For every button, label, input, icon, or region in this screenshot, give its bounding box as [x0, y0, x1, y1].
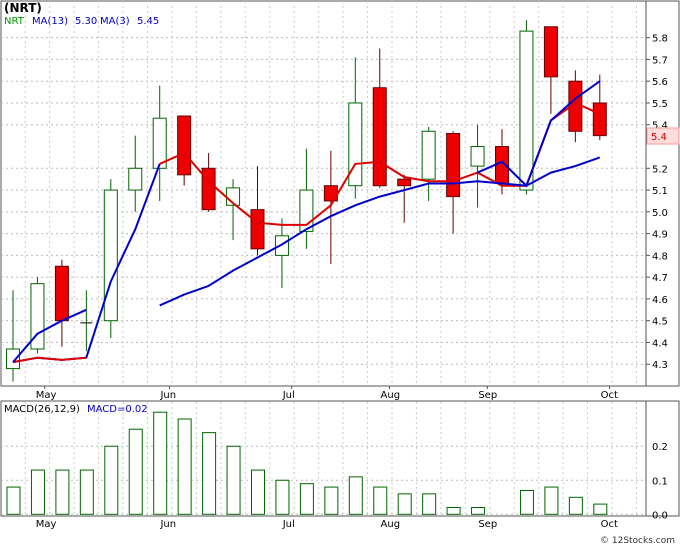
candle-body-down — [372, 87, 387, 187]
watermark: © 12Stocks.com — [600, 536, 675, 546]
candle-body-up — [6, 348, 20, 370]
macd-month-label: May — [36, 519, 57, 530]
macd-bar — [422, 493, 437, 515]
macd-bar — [104, 445, 119, 515]
candle-body-up — [152, 117, 167, 169]
macd-bar — [544, 486, 559, 515]
price-tick-label: 5.6 — [652, 77, 668, 88]
candle-body-down — [543, 26, 558, 78]
candle-body-down — [201, 167, 216, 211]
macd-bar — [348, 476, 363, 515]
macd-bar — [299, 483, 314, 515]
month-label: Jul — [282, 390, 295, 401]
macd-bar — [397, 493, 412, 515]
price-tick-label: 4.7 — [652, 273, 668, 284]
month-label: Aug — [381, 390, 401, 401]
price-tick-label: 5.0 — [652, 208, 668, 219]
legend-ma13-value: 5.30 — [75, 16, 97, 27]
legend-symbol: NRT — [4, 16, 25, 27]
macd-month-label: Aug — [381, 519, 401, 530]
macd-bar — [202, 432, 217, 515]
price-tick-label: 4.3 — [652, 360, 668, 371]
candle-body-down — [54, 265, 69, 322]
candle-body-up — [421, 130, 436, 180]
macd-bar — [373, 486, 388, 515]
legend-ma13-label: MA(13) — [32, 16, 68, 27]
price-tick-label: 4.9 — [652, 230, 668, 241]
price-tick-label: 4.5 — [652, 317, 668, 328]
macd-bar — [568, 496, 583, 515]
macd-bar — [55, 469, 70, 515]
candle-body-up — [128, 167, 143, 191]
macd-bar — [275, 479, 290, 515]
current-price-label: 5.4 — [651, 132, 667, 143]
price-tick-label: 5.1 — [652, 186, 668, 197]
candle-body-down — [177, 115, 192, 176]
price-tick-label: 4.8 — [652, 251, 668, 262]
price-tick-label: 5.7 — [652, 55, 668, 66]
month-label: May — [36, 390, 57, 401]
macd-bar — [177, 418, 192, 515]
macd-bar — [128, 428, 143, 515]
macd-tick-label: 0.2 — [652, 442, 668, 453]
candle-body-down — [592, 102, 607, 137]
macd-bar — [519, 489, 534, 515]
macd-bar — [324, 486, 339, 515]
candle-body-up — [103, 189, 118, 322]
price-tick-label: 5.2 — [652, 164, 668, 175]
month-label: Jun — [159, 390, 176, 401]
chart-canvas: 4.3 4.4 4.5 4.6 4.7 4.8 4.9 5.0 5.1 5.2 5.4 5.5 5.6 5… — [0, 0, 680, 546]
price-tick-label: 5.8 — [652, 34, 668, 45]
macd-bar — [446, 506, 461, 515]
macd-axis-panel — [645, 400, 680, 517]
macd-bar — [79, 469, 94, 515]
macd-bar — [30, 469, 45, 515]
macd-bar — [471, 506, 486, 515]
month-label: Sep — [478, 390, 497, 401]
candle-body-up — [470, 146, 485, 167]
macd-bar — [6, 486, 21, 515]
price-tick-label: 4.4 — [652, 338, 668, 349]
legend-ma3-value: 5.45 — [137, 16, 159, 27]
macd-tick-label: 0.0 — [652, 510, 668, 521]
macd-bar — [251, 469, 265, 515]
macd-month-label: Oct — [601, 519, 618, 530]
candle-body-down — [446, 132, 461, 198]
candle-body-up — [519, 30, 534, 191]
month-label: Oct — [601, 390, 618, 401]
macd-month-label: Jun — [159, 519, 176, 530]
legend-ma3-label: MA(3) — [100, 16, 130, 27]
macd-indicator-label: MACD(26,12,9) — [4, 404, 80, 415]
price-tick-label: 5.5 — [652, 99, 668, 110]
ticker-label: (NRT) — [4, 1, 42, 15]
macd-month-label: Sep — [478, 519, 497, 530]
macd-month-label: Jul — [282, 519, 295, 530]
macd-value-label: MACD=0.02 — [87, 404, 148, 415]
macd-tick-label: 0.1 — [652, 476, 668, 487]
macd-bar — [226, 445, 241, 515]
stock-chart: 4.3 4.4 4.5 4.6 4.7 4.8 4.9 5.0 5.1 5.2 5.4 5.5 5.6 5… — [0, 0, 680, 546]
candle-body-down — [397, 178, 412, 187]
macd-bar — [153, 411, 168, 515]
candle-body-down — [250, 209, 265, 250]
macd-bar — [593, 503, 608, 515]
price-tick-label: 4.6 — [652, 295, 668, 306]
